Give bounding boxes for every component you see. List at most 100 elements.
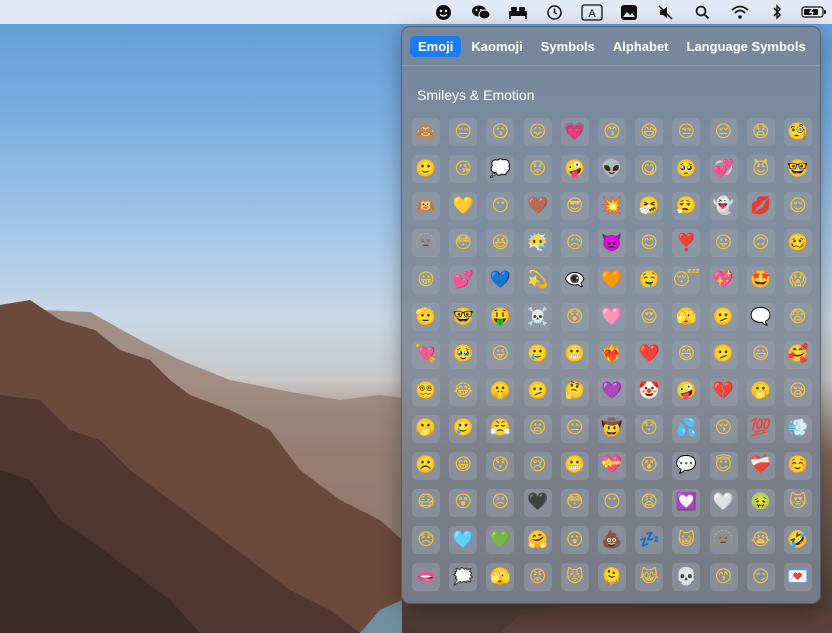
history-icon[interactable] bbox=[536, 0, 573, 24]
emoji-cell[interactable]: 😷 bbox=[412, 488, 440, 517]
emoji-cell[interactable]: 💙 bbox=[486, 266, 515, 295]
search-icon[interactable] bbox=[684, 0, 721, 24]
emoji-cell[interactable]: 😮 bbox=[560, 526, 589, 555]
emoji-cell[interactable]: 💫 bbox=[523, 266, 552, 295]
emoji-cell[interactable]: ☺️ bbox=[783, 451, 812, 480]
emoji-cell[interactable]: 😏 bbox=[746, 563, 775, 592]
emoji-cell[interactable]: 🥲 bbox=[523, 340, 552, 369]
emoji-cell[interactable]: 🥹 bbox=[449, 340, 478, 369]
emoji-cell[interactable]: 💞 bbox=[709, 155, 738, 184]
emoji-cell[interactable]: 💬 bbox=[672, 451, 701, 480]
emoji-cell[interactable]: 😚 bbox=[709, 414, 738, 443]
emoji-cell[interactable]: 😒 bbox=[672, 118, 701, 146]
emoji-cell[interactable]: 🗨️ bbox=[746, 303, 775, 332]
emoji-cell[interactable]: 😹 bbox=[635, 563, 664, 592]
emoji-cell[interactable]: 💭 bbox=[486, 155, 515, 184]
emoji-cell[interactable]: 😯 bbox=[486, 451, 515, 480]
emoji-cell[interactable]: 😈 bbox=[746, 155, 775, 184]
emoji-cell[interactable]: 😥 bbox=[560, 229, 589, 258]
emoji-cell[interactable]: 💘 bbox=[412, 340, 440, 369]
emoji-cell[interactable]: 🫦 bbox=[412, 563, 440, 592]
emoji-cell[interactable]: 👿 bbox=[597, 229, 626, 258]
emoji-cell[interactable]: 💕 bbox=[449, 266, 478, 295]
emoji-cell[interactable]: 😾 bbox=[560, 563, 589, 592]
emoji-cell[interactable]: ❤️‍🩹 bbox=[746, 451, 775, 480]
emoji-cell[interactable]: 💔 bbox=[709, 377, 738, 406]
emoji-cell[interactable]: 🤠 bbox=[597, 414, 626, 443]
emoji-cell[interactable]: 😔 bbox=[709, 118, 738, 146]
emoji-cell[interactable]: 😍 bbox=[635, 303, 664, 332]
emoji-cell[interactable]: 😅 bbox=[635, 118, 664, 146]
emoji-cell[interactable]: 🙈 bbox=[412, 118, 440, 146]
emoji-cell[interactable]: 😟 bbox=[523, 155, 552, 184]
emoji-cell[interactable]: 🤤 bbox=[635, 266, 664, 295]
emoji-cell[interactable]: 😘 bbox=[449, 155, 478, 184]
emoji-cell[interactable]: 😱 bbox=[783, 266, 812, 295]
emoji-cell[interactable]: 💝 bbox=[597, 451, 626, 480]
emoji-cell[interactable]: 🩵 bbox=[449, 526, 478, 555]
emoji-cell[interactable]: 🤩 bbox=[746, 266, 775, 295]
emoji-cell[interactable]: 😛 bbox=[709, 229, 738, 258]
emoji-cell[interactable]: 😵 bbox=[635, 451, 664, 480]
emoji-cell[interactable]: 🥰 bbox=[783, 340, 812, 369]
emoji-cell[interactable]: 😶 bbox=[486, 192, 515, 221]
emoji-cell[interactable]: 😋 bbox=[635, 155, 664, 184]
emoji-cell[interactable]: 🤑 bbox=[486, 303, 515, 332]
emoji-cell[interactable]: 😌 bbox=[783, 192, 812, 221]
emoji-cell[interactable]: ☹️ bbox=[412, 451, 440, 480]
emoji-cell[interactable]: 🫤 bbox=[709, 303, 738, 332]
emoji-cell[interactable]: 😢 bbox=[523, 451, 552, 480]
emoji-cell[interactable]: 💜 bbox=[597, 377, 626, 406]
emoji-cell[interactable]: 😂 bbox=[449, 377, 478, 406]
bed-icon[interactable] bbox=[499, 0, 536, 24]
emoji-cell[interactable]: 🥴 bbox=[783, 229, 812, 258]
emoji-cell[interactable]: 🫥 bbox=[412, 229, 440, 258]
emoji-cell[interactable]: 😤 bbox=[486, 414, 515, 443]
emoji-cell[interactable]: 😡 bbox=[523, 563, 552, 592]
tab-alphabet[interactable]: Alphabet bbox=[605, 36, 677, 57]
emoji-cell[interactable]: 💟 bbox=[672, 488, 701, 517]
emoji-cell[interactable]: 🤧 bbox=[635, 192, 664, 221]
input-source-icon[interactable]: A bbox=[573, 0, 610, 24]
emoji-cell[interactable]: 🤓 bbox=[783, 155, 812, 184]
emoji-cell[interactable]: ☠️ bbox=[523, 303, 552, 332]
emoji-cell[interactable]: 🙂 bbox=[412, 155, 440, 184]
emoji-cell[interactable]: ❣️ bbox=[672, 229, 701, 258]
emoji-cell[interactable]: 😣 bbox=[486, 488, 515, 517]
emoji-cell[interactable]: 🥺 bbox=[672, 155, 701, 184]
emoji-cell[interactable]: 🫢 bbox=[412, 414, 440, 443]
emoji-cell[interactable]: 😊 bbox=[635, 229, 664, 258]
emoji-cell[interactable]: 🫢 bbox=[746, 377, 775, 406]
emoji-cell[interactable]: 😬 bbox=[560, 451, 589, 480]
emoji-cell[interactable]: 😳 bbox=[449, 229, 478, 258]
emoji-cell[interactable]: 😎 bbox=[560, 192, 589, 221]
emoji-cell[interactable]: 🫡 bbox=[412, 303, 440, 332]
tab-emoji[interactable]: Emoji bbox=[410, 35, 462, 57]
emoji-cell[interactable]: 😜 bbox=[486, 340, 515, 369]
emoji-cell[interactable]: 😯 bbox=[635, 414, 664, 443]
emoji-cell[interactable]: 😙 bbox=[597, 118, 626, 146]
emoji-cell[interactable]: 😩 bbox=[635, 488, 664, 517]
emoji-cell[interactable]: 😨 bbox=[783, 303, 812, 332]
tab-kaomoji[interactable]: Kaomoji bbox=[463, 36, 530, 57]
emoji-cell[interactable]: 😖 bbox=[523, 118, 552, 146]
emoji-cell[interactable]: 👁️‍🗨️ bbox=[560, 266, 589, 295]
emoji-cell[interactable]: 👽 bbox=[597, 155, 626, 184]
emoji-cell[interactable]: 😺 bbox=[672, 526, 701, 555]
emoji-cell[interactable]: 🤗 bbox=[523, 526, 552, 555]
emoji-cell[interactable]: 😪 bbox=[783, 377, 812, 406]
photo-icon[interactable] bbox=[610, 0, 647, 24]
emoji-cell[interactable]: 🤫 bbox=[486, 377, 515, 406]
emoji-cell[interactable]: 🫤 bbox=[523, 377, 552, 406]
emoji-cell[interactable]: 🥲 bbox=[449, 414, 478, 443]
emoji-cell[interactable]: 💗 bbox=[560, 118, 589, 146]
emoji-cell[interactable]: 🫣 bbox=[486, 563, 515, 592]
emoji-cell[interactable]: 😦 bbox=[523, 414, 552, 443]
emoji-cell[interactable]: 😇 bbox=[709, 451, 738, 480]
emoji-cell[interactable]: 😗 bbox=[486, 118, 515, 146]
emoji-cell[interactable]: 😭 bbox=[746, 526, 775, 555]
emoji-cell[interactable]: ❤️‍🔥 bbox=[597, 340, 626, 369]
wechat-icon[interactable] bbox=[462, 0, 499, 24]
emoji-cell[interactable]: 💛 bbox=[449, 192, 478, 221]
emoji-cell[interactable]: 🤣 bbox=[783, 526, 812, 555]
